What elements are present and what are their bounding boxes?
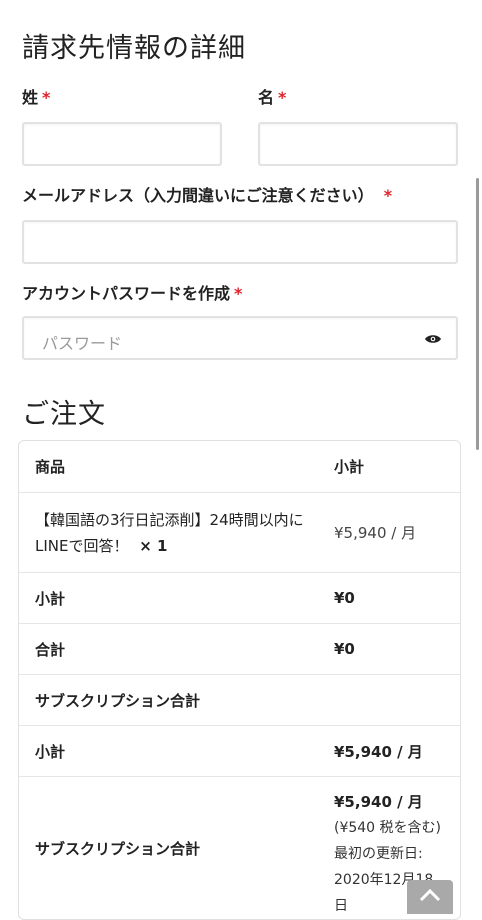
required-mark: * (42, 88, 51, 107)
row-label: サブスクリプション合計 (19, 674, 330, 725)
table-row: サブスクリプション合計 ¥5,940 / 月 (¥540 税を含む) 最初の更新… (19, 776, 460, 919)
row-label: 小計 (19, 725, 330, 776)
renewal-label: 最初の更新日: (334, 846, 423, 862)
name-row: 姓 * 名 * (22, 84, 462, 166)
product-name: 【韓国語の3行日記添削】24時間以内にLINEで回答！ (35, 510, 304, 555)
order-title: ご注文 (22, 399, 106, 430)
product-price: ¥5,940 / 月 (330, 492, 460, 572)
billing-title: 請求先情報の詳細 (22, 33, 246, 64)
product-cell: 【韓国語の3行日記添削】24時間以内にLINEで回答！ × 1 (19, 492, 330, 572)
password-placeholder: パスワード (42, 334, 123, 353)
email-group: メールアドレス（入力間違いにご注意ください） * (22, 182, 462, 264)
table-row: 【韓国語の3行日記添削】24時間以内にLINEで回答！ × 1 ¥5,940 /… (19, 492, 460, 572)
first-name-group: 名 * (258, 84, 458, 166)
password-group: アカウントパスワードを作成 * パスワード (22, 280, 462, 360)
product-qty: × 1 (139, 536, 168, 555)
last-name-group: 姓 * (22, 84, 222, 166)
subtotal-header: 小計 (334, 458, 365, 476)
first-name-input[interactable] (258, 122, 458, 166)
required-mark: * (234, 284, 243, 303)
last-name-label: 姓 * (22, 88, 51, 107)
table-row: 小計 ¥5,940 / 月 (19, 725, 460, 776)
required-mark: * (278, 88, 287, 107)
first-name-label: 名 * (258, 88, 287, 107)
recurring-amount: ¥5,940 / 月 (334, 793, 423, 811)
required-mark: * (383, 186, 393, 205)
row-value: ¥5,940 / 月 (330, 725, 460, 776)
last-name-input[interactable] (22, 122, 222, 166)
table-row: サブスクリプション合計 (19, 674, 460, 725)
row-label: 合計 (19, 623, 330, 674)
row-value: ¥0 (330, 623, 460, 674)
row-label: 小計 (19, 572, 330, 623)
recurring-label: サブスクリプション合計 (19, 776, 330, 919)
scrollbar[interactable] (476, 178, 479, 450)
table-row: 合計 ¥0 (19, 623, 460, 674)
table-header-row: 商品 小計 (19, 441, 460, 492)
row-value (330, 674, 460, 725)
email-input[interactable] (22, 220, 458, 264)
row-value: ¥0 (330, 572, 460, 623)
recurring-tax: (¥540 税を含む) (334, 820, 442, 836)
table-row: 小計 ¥0 (19, 572, 460, 623)
password-input[interactable]: パスワード (22, 316, 458, 360)
product-header: 商品 (35, 458, 66, 476)
chevron-up-icon (419, 888, 441, 902)
order-review-table: 商品 小計 【韓国語の3行日記添削】24時間以内にLINEで回答！ × 1 ¥5… (18, 440, 461, 920)
password-label: アカウントパスワードを作成 * (22, 284, 243, 303)
back-to-top-button[interactable] (407, 880, 453, 914)
email-label: メールアドレス（入力間違いにご注意ください） * (22, 186, 393, 205)
eye-icon[interactable] (424, 333, 442, 345)
